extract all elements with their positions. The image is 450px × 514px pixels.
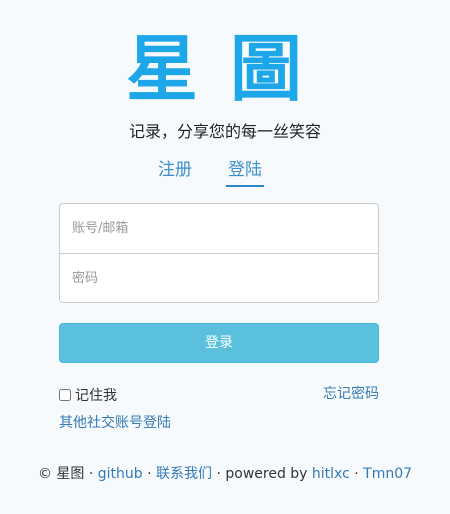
footer-separator: · bbox=[142, 466, 157, 482]
forgot-password-link[interactable]: 忘记密码 bbox=[323, 384, 379, 404]
login-form bbox=[59, 203, 379, 303]
logo-char-1: 星 bbox=[126, 26, 199, 111]
password-input[interactable] bbox=[60, 254, 378, 302]
footer-copyright: © 星图 bbox=[37, 466, 85, 482]
remember-checkbox[interactable] bbox=[59, 389, 71, 401]
logo: 星 圖 bbox=[0, 30, 450, 108]
footer: © 星图 · github · 联系我们 · powered by hitlxc… bbox=[0, 464, 450, 484]
author-link-tmn07[interactable]: Tmn07 bbox=[363, 466, 412, 482]
tab-login[interactable]: 登陆 bbox=[226, 157, 264, 187]
footer-powered-by: · powered by bbox=[212, 466, 312, 482]
author-link-hitlxc[interactable]: hitlxc bbox=[312, 466, 350, 482]
slogan: 记录，分享您的每一丝笑容 bbox=[128, 122, 321, 141]
tab-register[interactable]: 注册 bbox=[158, 157, 192, 183]
logo-char-2: 圖 bbox=[230, 26, 303, 111]
login-button[interactable]: 登录 bbox=[59, 323, 379, 363]
social-login-link[interactable]: 其他社交账号登陆 bbox=[59, 413, 171, 433]
footer-separator: · bbox=[349, 466, 364, 482]
footer-separator: · bbox=[84, 466, 98, 482]
contact-link[interactable]: 联系我们 bbox=[156, 466, 212, 482]
remember-me[interactable]: 记住我 bbox=[59, 385, 117, 405]
github-link[interactable]: github bbox=[98, 466, 143, 482]
account-input[interactable] bbox=[60, 204, 378, 253]
remember-label: 记住我 bbox=[75, 388, 117, 404]
